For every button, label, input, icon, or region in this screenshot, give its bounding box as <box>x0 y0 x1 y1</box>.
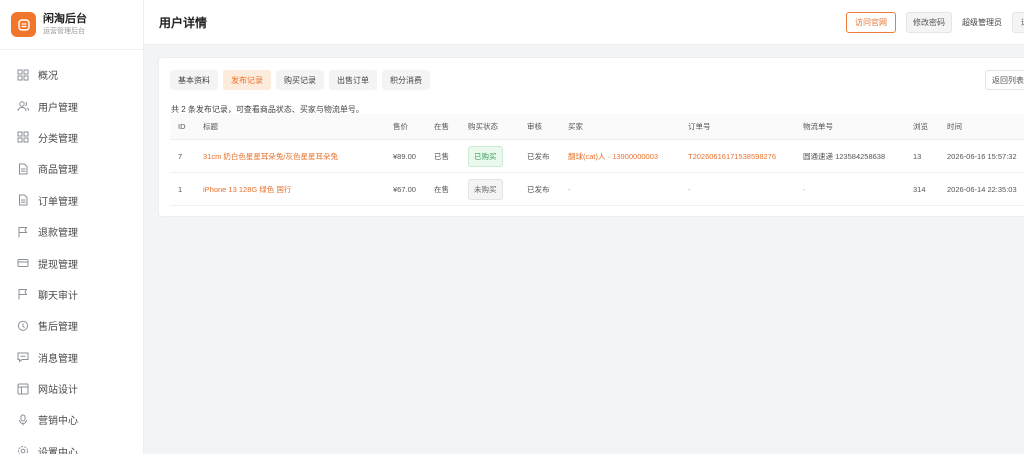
grid-icon <box>17 69 29 81</box>
sidebar-item-label: 概况 <box>38 71 58 83</box>
back-to-list-button[interactable]: 返回列表 <box>985 70 1024 90</box>
flag-icon <box>18 226 28 238</box>
column-header: 浏览 <box>913 122 928 131</box>
column-header: 购买状态 <box>468 122 498 131</box>
logo-icon <box>11 12 36 37</box>
tab-sale-orders[interactable]: 出售订单 <box>329 70 377 90</box>
cell-stock: 已售 <box>434 151 449 161</box>
chat-icon <box>17 320 29 331</box>
column-header: 审核 <box>527 122 542 131</box>
status-badge: 未购买 <box>468 178 503 200</box>
cell-views: 314 <box>913 184 926 194</box>
sidebar-item-marketing[interactable]: 营销中心 <box>0 404 143 435</box>
sidebar-item-categories[interactable]: 分类管理 <box>0 122 143 153</box>
brand: 闲淘后台 运营管理后台 <box>0 0 143 50</box>
sidebar-item-label: 订单管理 <box>38 196 78 208</box>
buyer-link[interactable]: 翻球(cat)人 · 13900000003 <box>568 140 658 172</box>
change-password-button[interactable]: 修改密码 <box>906 12 952 33</box>
sidebar-item-label: 营销中心 <box>38 416 78 428</box>
cell-audit: 已发布 <box>527 151 550 161</box>
cell-order-number: - <box>688 184 691 194</box>
table-row: 1 iPhone 13 128G 绿色 国行 ¥67.00 在售 未购买 已发布… <box>170 173 1024 206</box>
sidebar-item-label: 网站设计 <box>38 385 78 397</box>
sidebar-item-settings[interactable]: 设置中心 <box>0 436 143 454</box>
order-number-link[interactable]: T20260616171538598276 <box>688 140 776 172</box>
status-badge: 已购买 <box>468 145 503 167</box>
sidebar-item-withdrawals[interactable]: 提现管理 <box>0 247 143 278</box>
cell-price: ¥89.00 <box>393 151 416 161</box>
cell-views: 13 <box>913 151 922 161</box>
sidebar-item-label: 聊天审计 <box>38 290 78 302</box>
brand-subtitle: 运营管理后台 <box>43 28 85 35</box>
brand-title: 闲淘后台 <box>43 13 87 25</box>
cell-time: 2026-06-14 22:35:03 <box>947 184 1017 194</box>
card-icon <box>17 259 29 268</box>
table-row: 7 31cm 奶白色星星耳朵兔/灰色星星耳朵兔 ¥89.00 已售 已购买 已发… <box>170 140 1024 173</box>
sidebar-item-messages[interactable]: 消息管理 <box>0 342 143 373</box>
column-header: 订单号 <box>688 122 711 131</box>
cell-id: 7 <box>178 151 183 161</box>
sidebar-item-label: 分类管理 <box>38 133 78 145</box>
publish-records-table: ID 标题 售价 在售 购买状态 审核 买家 订单号 物流单号 浏览 时间 7 … <box>170 114 1024 206</box>
product-title-link[interactable]: 31cm 奶白色星星耳朵兔/灰色星星耳朵兔 <box>203 140 338 172</box>
layout-icon <box>17 383 29 395</box>
sidebar-item-label: 用户管理 <box>38 102 78 114</box>
sidebar-item-label: 消息管理 <box>38 353 78 365</box>
sidebar-item-label: 退款管理 <box>38 228 78 240</box>
tab-publish-records[interactable]: 发布记录 <box>223 70 271 90</box>
sidebar-item-label: 售后管理 <box>38 322 78 334</box>
sidebar-item-chat-audit[interactable]: 聊天审计 <box>0 279 143 310</box>
sidebar-item-after-sales[interactable]: 售后管理 <box>0 310 143 341</box>
column-header: ID <box>178 122 186 131</box>
sidebar-item-label: 提现管理 <box>38 259 78 271</box>
tabs: 基本资料 发布记录 购买记录 出售订单 积分消费 <box>170 70 435 90</box>
cell-price: ¥67.00 <box>393 184 416 194</box>
column-header: 物流单号 <box>803 122 833 131</box>
tab-profile[interactable]: 基本资料 <box>170 70 218 90</box>
cell-id: 1 <box>178 184 183 194</box>
sidebar-item-products[interactable]: 商品管理 <box>0 153 143 184</box>
cell-shipping: 圆通速递 123584258638 <box>803 151 886 161</box>
sidebar-item-label: 商品管理 <box>38 165 78 177</box>
page-title: 用户详情 <box>159 16 208 30</box>
cell-stock: 在售 <box>434 184 449 194</box>
admin-name: 超级管理员 <box>962 18 1002 27</box>
message-icon <box>17 352 29 363</box>
logout-button[interactable]: 退出 <box>1012 12 1024 33</box>
cell-audit: 已发布 <box>527 184 550 194</box>
sidebar: 闲淘后台 运营管理后台 概况 用户管理 分类管理 商品管理 订单管理 退款管理 <box>0 0 144 454</box>
column-header: 售价 <box>393 122 408 131</box>
sidebar-item-label: 设置中心 <box>38 447 78 454</box>
sidebar-item-site-design[interactable]: 网站设计 <box>0 373 143 404</box>
sidebar-nav: 概况 用户管理 分类管理 商品管理 订单管理 退款管理 提现管理 聊天审计 售后… <box>0 50 143 454</box>
mic-icon <box>19 414 27 426</box>
column-header: 在售 <box>434 122 449 131</box>
grid-icon <box>17 131 29 143</box>
cell-time: 2026-06-16 15:57:32 <box>947 151 1017 161</box>
sidebar-item-refunds[interactable]: 退款管理 <box>0 216 143 247</box>
cell-buyer: - <box>568 184 571 194</box>
flag-icon <box>18 289 28 300</box>
top-header: 用户详情 访问官网 修改密码 超级管理员 退出 <box>144 0 1024 45</box>
tab-points[interactable]: 积分消费 <box>382 70 430 90</box>
product-title-link[interactable]: iPhone 13 128G 绿色 国行 <box>203 173 291 205</box>
document-icon <box>19 194 28 206</box>
column-header: 时间 <box>947 122 962 131</box>
detail-card: 基本资料 发布记录 购买记录 出售订单 积分消费 返回列表 共 2 条发布记录，… <box>158 57 1024 217</box>
column-header: 买家 <box>568 122 583 131</box>
sidebar-item-overview[interactable]: 概况 <box>0 59 143 90</box>
column-header: 标题 <box>203 122 218 131</box>
document-icon <box>19 163 28 175</box>
tab-purchase-records[interactable]: 购买记录 <box>276 70 324 90</box>
sidebar-item-orders[interactable]: 订单管理 <box>0 185 143 216</box>
users-icon <box>17 101 29 112</box>
table-header: ID 标题 售价 在售 购买状态 审核 买家 订单号 物流单号 浏览 时间 <box>170 114 1024 140</box>
visit-site-button[interactable]: 访问官网 <box>846 12 896 33</box>
sidebar-item-users[interactable]: 用户管理 <box>0 90 143 121</box>
gear-icon <box>18 446 28 454</box>
cell-shipping: - <box>803 184 806 194</box>
